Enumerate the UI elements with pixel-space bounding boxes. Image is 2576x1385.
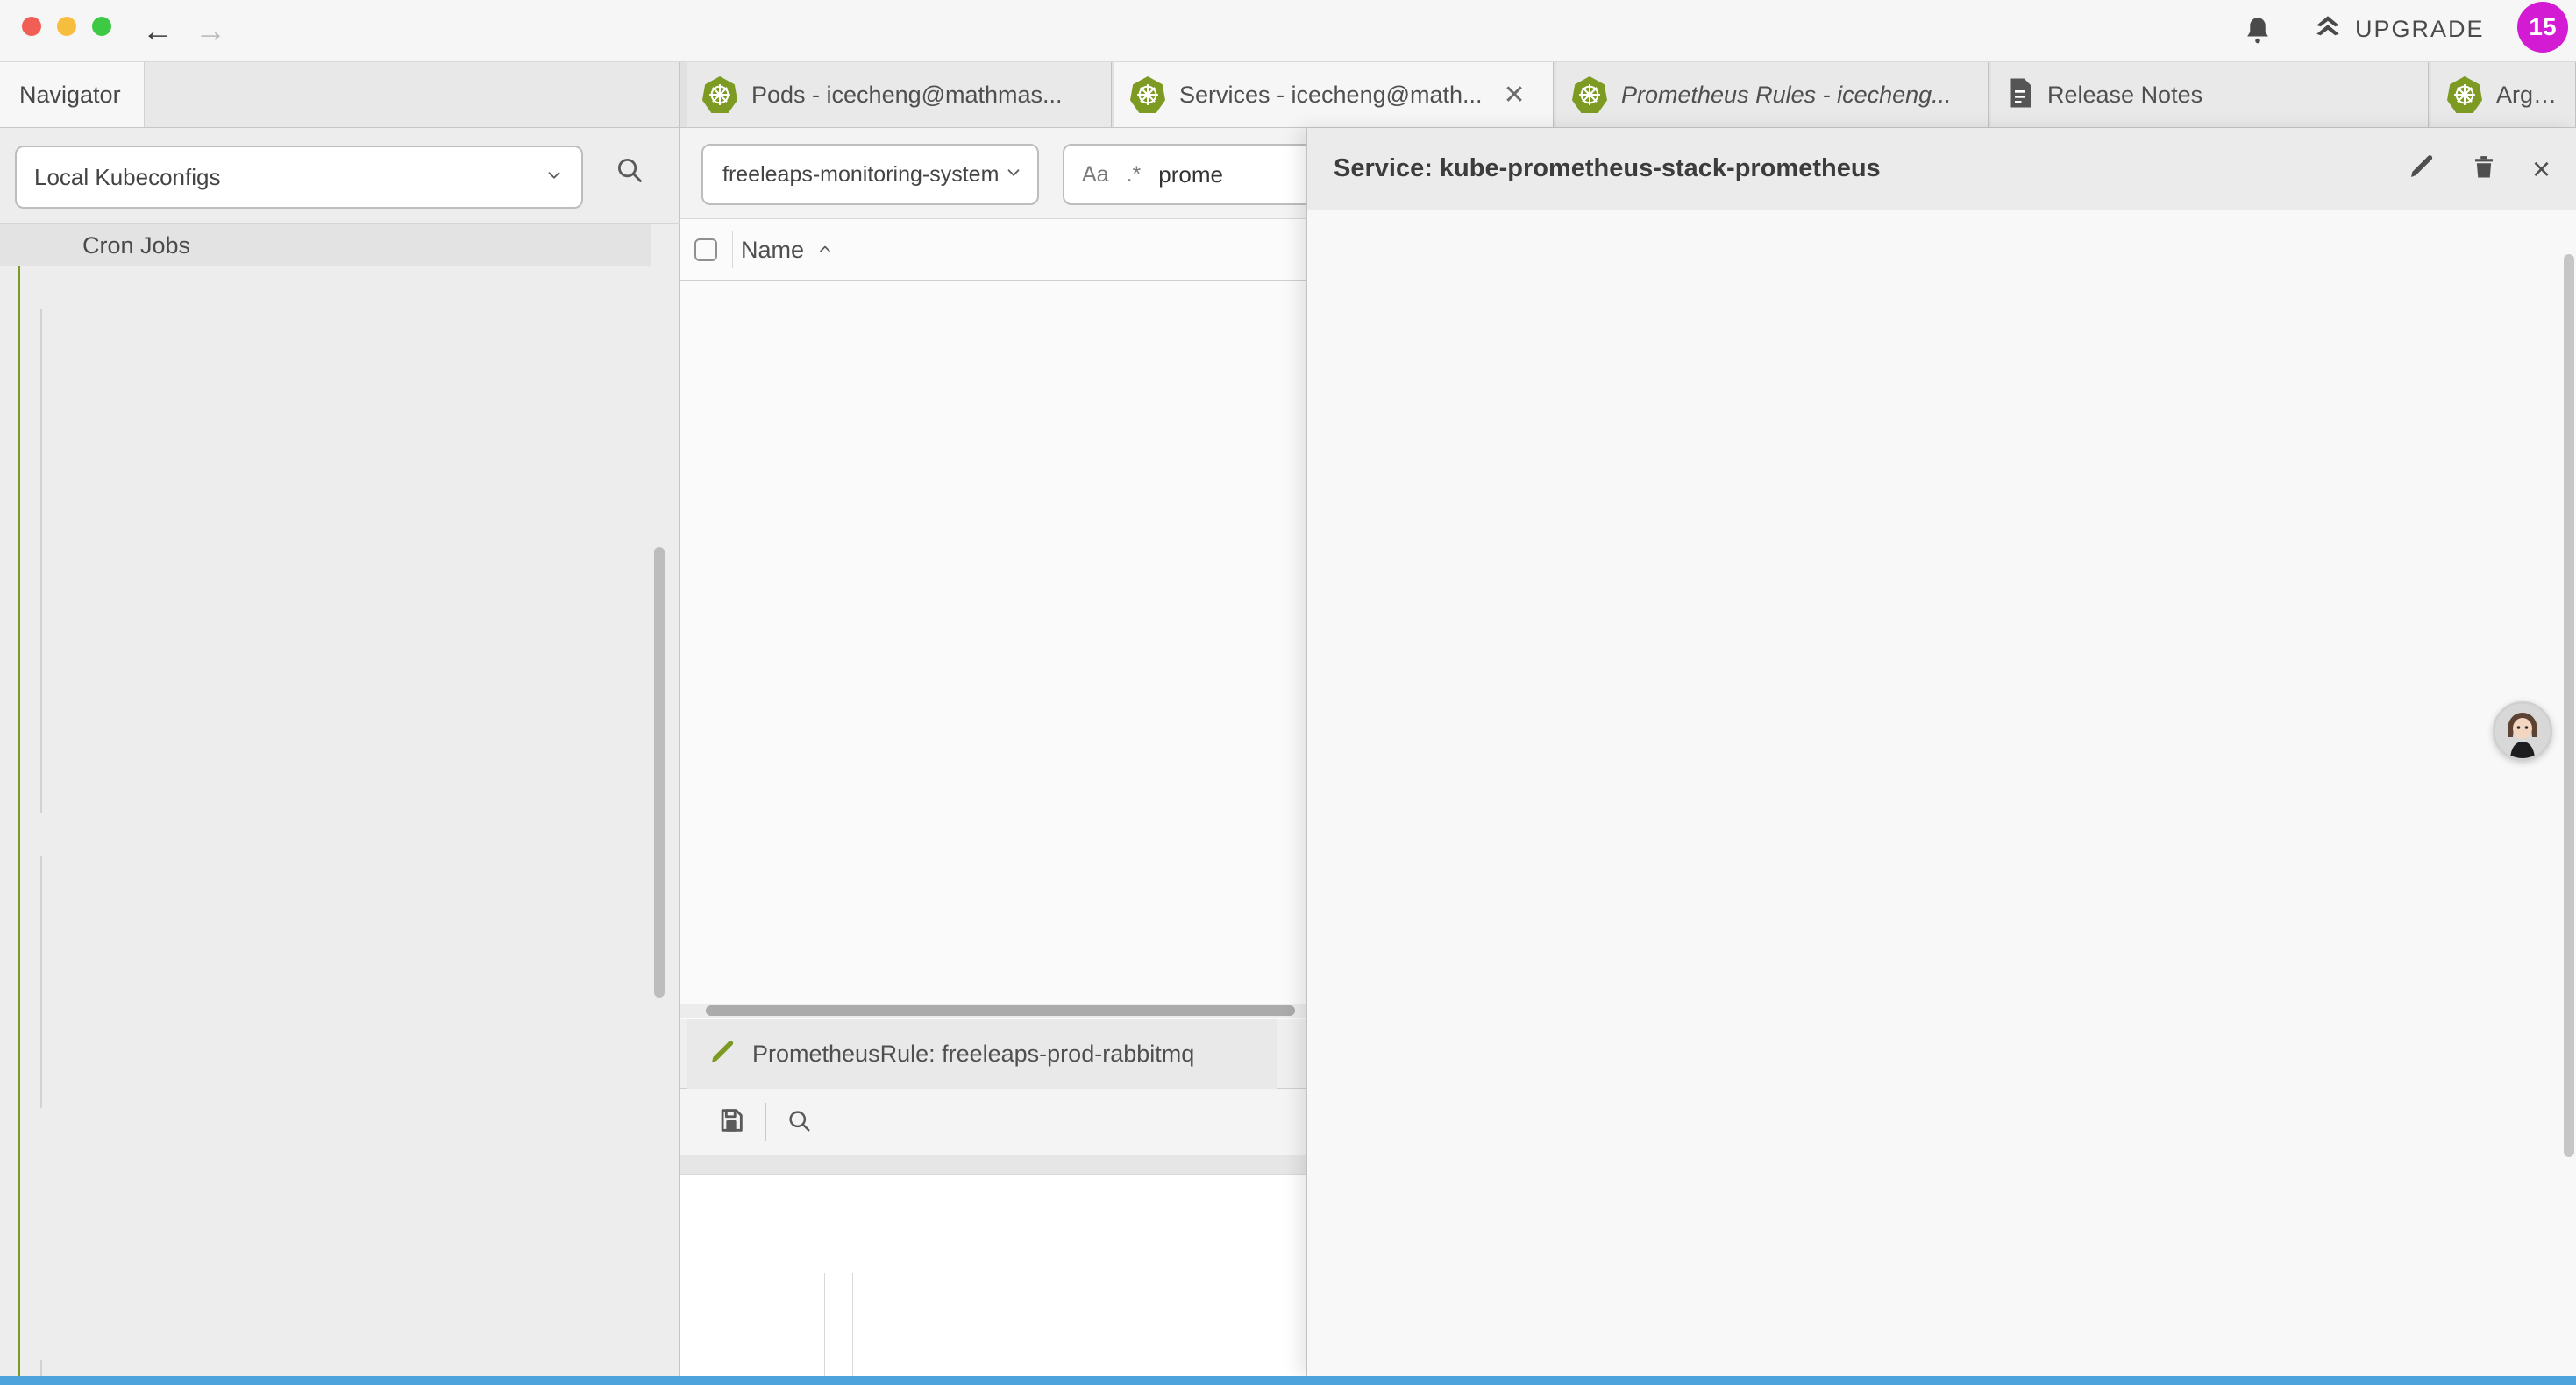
- chevron-down-icon: [1004, 163, 1023, 187]
- kubernetes-icon: [702, 76, 737, 113]
- sort-ascending-icon: [816, 237, 834, 264]
- kubernetes-icon: [2447, 76, 2482, 113]
- column-header-name[interactable]: Name: [741, 219, 834, 281]
- app-window: ← → UPGRADE 15 Navigator Pods - icecheng…: [0, 0, 2576, 1385]
- namespace-select-value: freeleaps-monitoring-system: [722, 162, 1004, 188]
- chevron-down-icon: [544, 166, 564, 189]
- drawer-body: [1307, 210, 2576, 1376]
- window-tab-2[interactable]: Services - icecheng@math... ✕: [1114, 62, 1554, 127]
- tree-guide-line: [40, 856, 42, 1108]
- drawer-header: Service: kube-prometheus-stack-prometheu…: [1307, 128, 2576, 210]
- scrollbar-thumb[interactable]: [706, 1005, 1295, 1016]
- forward-icon[interactable]: →: [189, 9, 232, 53]
- window-bottom-accent-bar: [0, 1376, 2576, 1385]
- match-case-icon[interactable]: Aa: [1082, 162, 1109, 188]
- divider: [0, 223, 680, 224]
- divider: [765, 1103, 766, 1141]
- sidebar-search-icon[interactable]: [614, 154, 644, 188]
- select-all-checkbox[interactable]: [694, 238, 717, 261]
- divider: [732, 231, 733, 268]
- indent-guide: [824, 1273, 825, 1376]
- tab-label: Release Notes: [2047, 82, 2202, 109]
- tab-label: Argo Se: [2496, 82, 2559, 109]
- document-icon: [2007, 77, 2033, 113]
- window-tab-5[interactable]: Argo Se: [2431, 62, 2576, 127]
- back-icon[interactable]: ←: [136, 9, 180, 53]
- edit-pencil-icon: [708, 1038, 737, 1070]
- upgrade-icon: [2313, 12, 2343, 46]
- indent-guide: [852, 1273, 853, 1376]
- tab-label: Prometheus Rules - icecheng...: [1621, 82, 1952, 109]
- save-icon[interactable]: [716, 1105, 746, 1140]
- kubeconfig-select[interactable]: Local Kubeconfigs: [15, 146, 583, 209]
- minimize-window-button[interactable]: [57, 17, 76, 36]
- drawer-scrollbar[interactable]: [2564, 254, 2574, 1157]
- close-icon[interactable]: ×: [2532, 151, 2551, 188]
- window-tab-3[interactable]: Prometheus Rules - icecheng...: [1556, 62, 1989, 127]
- tab-strip: Navigator Pods - icecheng@mathmas... Serv…: [0, 62, 2576, 128]
- upgrade-button[interactable]: UPGRADE: [2313, 12, 2485, 46]
- titlebar: ← → UPGRADE 15: [0, 0, 2576, 62]
- kubernetes-icon: [1130, 76, 1165, 113]
- tab-navigator[interactable]: Navigator: [0, 62, 145, 127]
- kubeconfig-select-value: Local Kubeconfigs: [34, 164, 544, 191]
- close-window-button[interactable]: [22, 17, 41, 36]
- tab-label: Pods - icecheng@mathmas...: [751, 82, 1063, 109]
- edit-pencil-icon[interactable]: [2408, 153, 2436, 185]
- navigator-sidebar: Local Kubeconfigs Cron Jobs: [0, 128, 680, 1385]
- window-tab-1[interactable]: Pods - icecheng@mathmas...: [687, 62, 1112, 127]
- tab-label: Services - icecheng@math...: [1179, 82, 1483, 109]
- search-value: prome: [1158, 161, 1223, 188]
- trash-icon[interactable]: [2471, 153, 2497, 185]
- sidebar-item-cron-jobs[interactable]: Cron Jobs: [0, 224, 651, 266]
- editor-search-icon[interactable]: [786, 1107, 812, 1138]
- close-tab-icon[interactable]: ✕: [1504, 80, 1526, 110]
- user-avatar[interactable]: [2493, 701, 2552, 761]
- namespace-select[interactable]: freeleaps-monitoring-system: [701, 144, 1039, 205]
- navigator-tab-strip: Navigator: [0, 62, 680, 127]
- tree-guide-line: [40, 309, 42, 813]
- bell-icon[interactable]: [2245, 14, 2271, 50]
- kubernetes-icon: [1572, 76, 1607, 113]
- service-details-drawer: Service: kube-prometheus-stack-prometheu…: [1306, 128, 2576, 1376]
- window-tab-4[interactable]: Release Notes: [1991, 62, 2429, 127]
- cluster-accent-line: [18, 224, 20, 1385]
- regex-icon[interactable]: .*: [1127, 162, 1142, 188]
- notifications-badge[interactable]: 15: [2517, 2, 2568, 53]
- navigator-tree: Cron Jobs: [0, 224, 680, 1385]
- maximize-window-button[interactable]: [92, 17, 111, 36]
- sidebar-scrollbar[interactable]: [654, 547, 665, 998]
- dock-tab-prometheusrule[interactable]: PrometheusRule: freeleaps-prod-rabbitmq: [687, 1019, 1277, 1089]
- drawer-title: Service: kube-prometheus-stack-prometheu…: [1334, 154, 2373, 183]
- sidebar-item-label: Cron Jobs: [82, 232, 190, 259]
- upgrade-label: UPGRADE: [2355, 16, 2485, 43]
